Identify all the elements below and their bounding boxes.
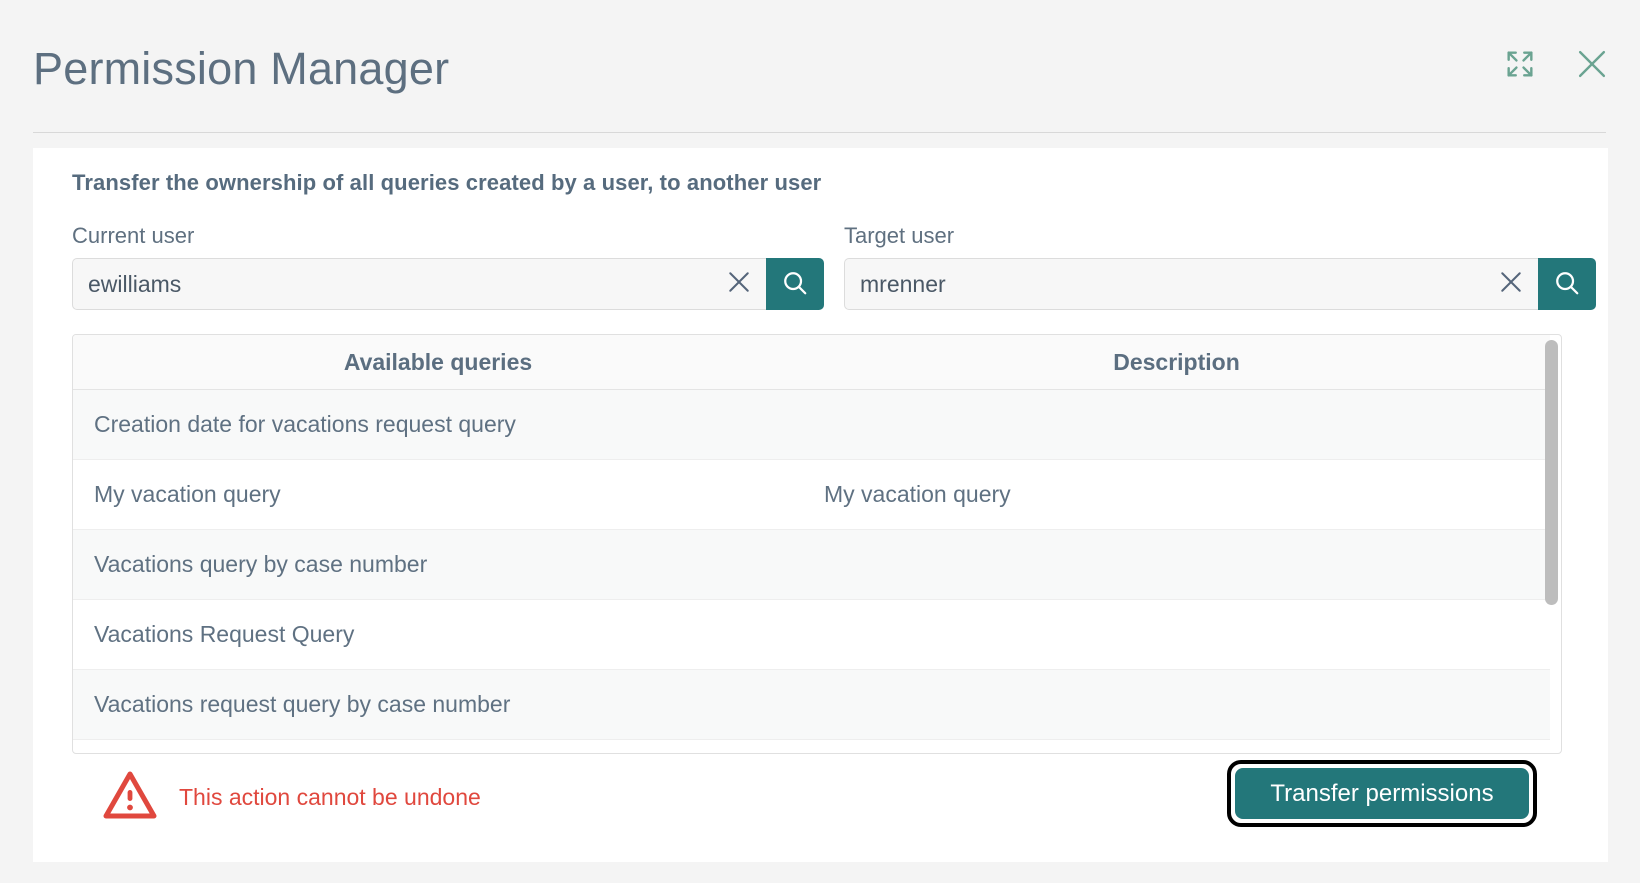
target-user-search-button[interactable] bbox=[1538, 258, 1596, 310]
column-header-description[interactable]: Description bbox=[803, 335, 1550, 390]
warning-message: This action cannot be undone bbox=[103, 770, 481, 825]
cell-description bbox=[803, 529, 1550, 600]
close-icon bbox=[724, 267, 754, 302]
cell-description: My vacation query bbox=[803, 459, 1550, 530]
cell-description bbox=[803, 599, 1550, 670]
cell-description bbox=[803, 389, 1550, 460]
queries-table-head: Available queries Description bbox=[73, 335, 1550, 390]
table-row[interactable]: Vacations Request Query bbox=[73, 599, 1550, 670]
header-actions bbox=[1500, 46, 1612, 86]
warning-text: This action cannot be undone bbox=[179, 784, 481, 810]
cell-available-query: My vacation query bbox=[73, 459, 803, 530]
target-user-clear-button[interactable] bbox=[1494, 267, 1528, 301]
table-row[interactable]: Vacations request query by case number bbox=[73, 669, 1550, 740]
table-row[interactable]: My vacation query My vacation query bbox=[73, 459, 1550, 530]
transfer-permissions-focus-ring: Transfer permissions bbox=[1227, 760, 1537, 827]
search-icon bbox=[1552, 268, 1582, 301]
table-row[interactable]: Vacations query by case number bbox=[73, 529, 1550, 600]
content-card: Transfer the ownership of all queries cr… bbox=[33, 148, 1608, 862]
transfer-permissions-button[interactable]: Transfer permissions bbox=[1235, 768, 1529, 819]
warning-triangle-icon bbox=[103, 770, 157, 825]
card-intro-text: Transfer the ownership of all queries cr… bbox=[72, 170, 822, 195]
current-user-clear-button[interactable] bbox=[722, 267, 756, 301]
page-title: Permission Manager bbox=[33, 43, 450, 94]
cell-available-query: Vacations query by case number bbox=[73, 529, 803, 600]
current-user-field: Current user bbox=[72, 222, 824, 310]
queries-table-scroll[interactable]: Available queries Description Creation d… bbox=[73, 335, 1561, 753]
close-icon bbox=[1496, 267, 1526, 302]
table-row[interactable]: Creation date for vacations request quer… bbox=[73, 389, 1550, 460]
current-user-label: Current user bbox=[72, 223, 195, 248]
column-header-available-queries[interactable]: Available queries bbox=[73, 335, 803, 390]
queries-table: Available queries Description Creation d… bbox=[73, 335, 1550, 740]
expand-button[interactable] bbox=[1500, 46, 1540, 86]
queries-scrollbar-thumb[interactable] bbox=[1545, 340, 1558, 605]
cell-available-query: Creation date for vacations request quer… bbox=[73, 389, 803, 460]
expand-icon bbox=[1503, 47, 1537, 86]
queries-table-body: Creation date for vacations request quer… bbox=[73, 389, 1550, 740]
current-user-search-button[interactable] bbox=[766, 258, 824, 310]
search-icon bbox=[780, 268, 810, 301]
close-icon bbox=[1573, 45, 1611, 88]
cell-description bbox=[803, 669, 1550, 740]
modal-header: Permission Manager bbox=[0, 0, 1640, 133]
current-user-input[interactable] bbox=[73, 259, 766, 309]
header-divider bbox=[33, 132, 1606, 133]
queries-table-container: Available queries Description Creation d… bbox=[72, 334, 1562, 754]
permission-manager-modal: Permission Manager Transfer the ownershi… bbox=[0, 0, 1640, 883]
current-user-input-group bbox=[72, 258, 824, 310]
target-user-field: Target user bbox=[844, 222, 1596, 310]
cell-available-query: Vacations Request Query bbox=[73, 599, 803, 670]
queries-scrollbar-track[interactable] bbox=[1545, 339, 1558, 751]
target-user-label: Target user bbox=[844, 223, 955, 248]
current-user-input-wrap bbox=[72, 258, 766, 310]
target-user-input-group bbox=[844, 258, 1596, 310]
cell-available-query: Vacations request query by case number bbox=[73, 669, 803, 740]
close-button[interactable] bbox=[1572, 46, 1612, 86]
target-user-input[interactable] bbox=[845, 259, 1538, 309]
table-header-row: Available queries Description bbox=[73, 335, 1550, 390]
target-user-input-wrap bbox=[844, 258, 1538, 310]
